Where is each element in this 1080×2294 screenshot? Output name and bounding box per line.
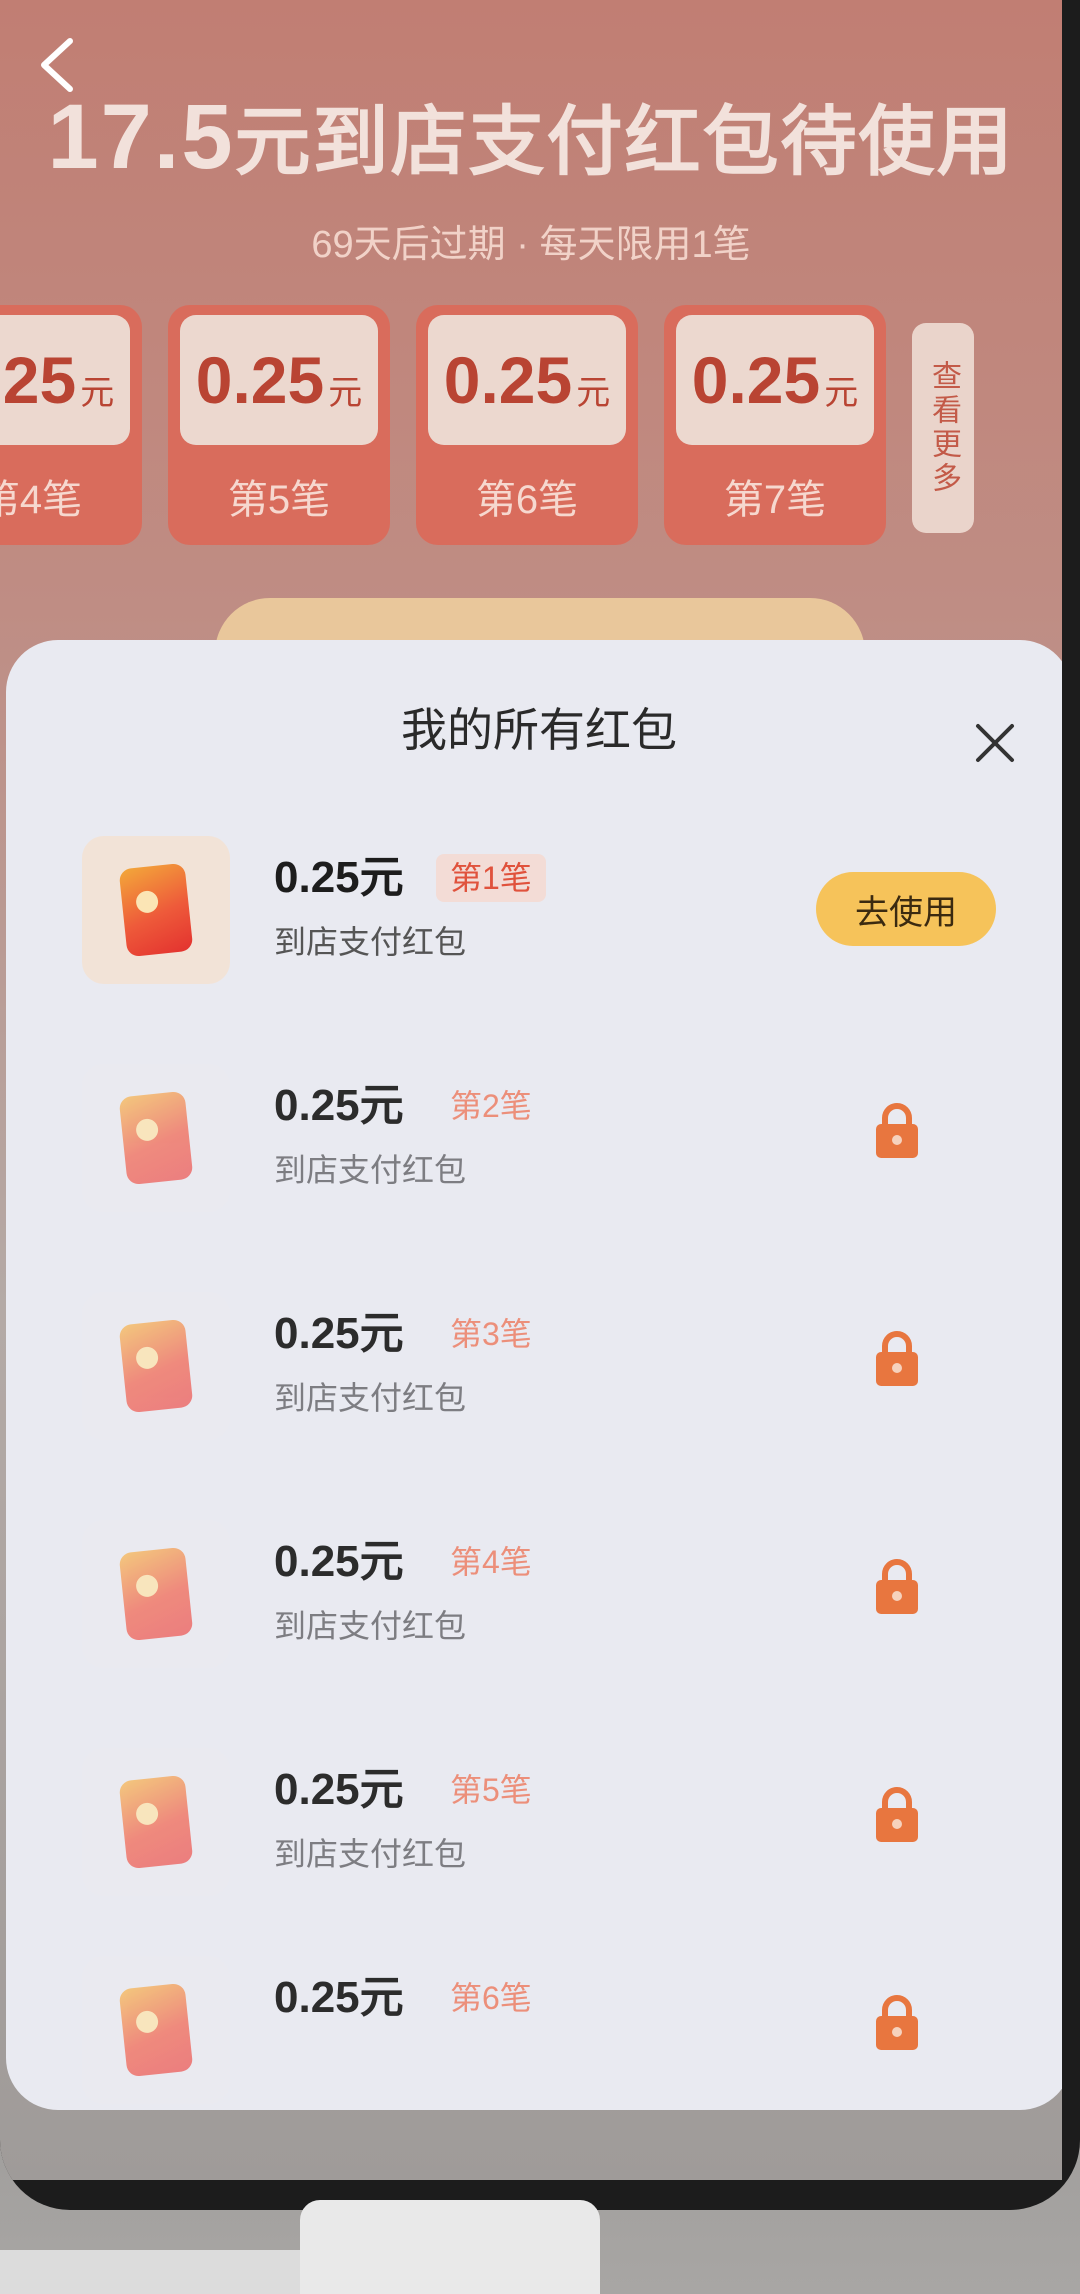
tile-amount: 0.25 [195, 343, 325, 417]
tile-amount: 0.25 [443, 343, 573, 417]
red-packet-item: 0.25元 第5笔 到店支付红包 [6, 1722, 1062, 1922]
tile-amount: 0.25 [0, 343, 77, 417]
red-packet-item: 0.25元 第4笔 到店支付红包 [6, 1494, 1062, 1694]
charging-plug [300, 2200, 600, 2294]
headline-amount: 17.5 [47, 86, 235, 188]
item-desc: 到店支付红包 [274, 1152, 467, 1188]
lock-icon [872, 1556, 922, 1616]
expiry-subline: 69天后过期 · 每天限用1笔 [311, 224, 751, 266]
item-tag: 第6笔 [450, 1980, 532, 2016]
red-packet-icon [82, 1292, 230, 1440]
item-tag: 第2笔 [450, 1088, 532, 1124]
item-amount: 0.25元 [274, 1081, 404, 1130]
tile-label: 第6笔 [475, 478, 579, 522]
tile-unit: 元 [80, 373, 115, 412]
item-amount: 0.25元 [274, 1309, 404, 1358]
red-packet-item: 0.25元 第3笔 到店支付红包 [6, 1266, 1062, 1466]
item-tag: 第3笔 [450, 1316, 532, 1352]
lock-icon [872, 1784, 922, 1844]
red-packet-icon [82, 1064, 230, 1212]
red-packet-icon [82, 836, 230, 984]
page: 17.5元到店支付红包待使用 69天后过期 · 每天限用1笔 0.25 元 第4… [0, 0, 1080, 2294]
item-amount: 0.25元 [274, 853, 404, 902]
item-desc: 到店支付红包 [274, 1608, 467, 1644]
red-packet-icon [82, 1748, 230, 1896]
item-amount: 0.25元 [274, 1765, 404, 1814]
close-icon [976, 724, 1014, 762]
tile-label: 第5笔 [227, 478, 331, 522]
phone-frame: 17.5元到店支付红包待使用 69天后过期 · 每天限用1笔 0.25 元 第4… [0, 0, 1080, 2210]
red-packet-item: 0.25元 第1笔 到店支付红包 去使用 [6, 810, 1062, 1010]
sheet-title: 我的所有红包 [401, 704, 677, 756]
red-packet-item: 0.25元 第6笔 [6, 1930, 1062, 2110]
see-more-button[interactable]: 查看更多 [912, 323, 974, 533]
charging-cable [0, 2250, 330, 2294]
tile-5[interactable]: 0.25 元 第5笔 [168, 305, 390, 545]
lock-icon [872, 1100, 922, 1160]
red-packet-icon [82, 1520, 230, 1668]
tile-7[interactable]: 0.25 元 第7笔 [664, 305, 886, 545]
lock-icon [872, 1328, 922, 1388]
item-desc: 到店支付红包 [274, 1380, 467, 1416]
tile-amount: 0.25 [691, 343, 821, 417]
close-button[interactable] [970, 718, 1020, 768]
tile-unit: 元 [328, 373, 363, 412]
headline-text: 元到店支付红包待使用 [234, 100, 1015, 185]
headline: 17.5元到店支付红包待使用 [0, 82, 1062, 198]
tile-6[interactable]: 0.25 元 第6笔 [416, 305, 638, 545]
lock-icon [872, 1992, 922, 2052]
tile-label: 第7笔 [723, 478, 827, 522]
item-desc: 到店支付红包 [274, 924, 467, 960]
background-screen: 17.5元到店支付红包待使用 69天后过期 · 每天限用1笔 0.25 元 第4… [0, 0, 1062, 2180]
tile-4[interactable]: 0.25 元 第4笔 [0, 305, 142, 545]
item-tag: 第1笔 [436, 854, 546, 902]
red-packet-icon [82, 1956, 230, 2104]
item-amount: 0.25元 [274, 1973, 404, 2022]
tile-unit: 元 [824, 373, 859, 412]
red-packet-item: 0.25元 第2笔 到店支付红包 [6, 1038, 1062, 1238]
item-amount: 0.25元 [274, 1537, 404, 1586]
red-packet-tiles: 0.25 元 第4笔 0.25 元 第5笔 0.25 元 [0, 305, 974, 555]
item-desc: 到店支付红包 [274, 1836, 467, 1872]
tile-label: 第4笔 [0, 478, 83, 522]
item-tag: 第4笔 [450, 1544, 532, 1580]
red-packet-sheet: 我的所有红包 0.25元 第1笔 到店支付红包 去使用 0.25元 第2笔 到店… [6, 640, 1062, 2110]
tile-unit: 元 [576, 373, 611, 412]
item-tag: 第5笔 [450, 1772, 532, 1808]
use-button[interactable]: 去使用 [816, 872, 996, 946]
